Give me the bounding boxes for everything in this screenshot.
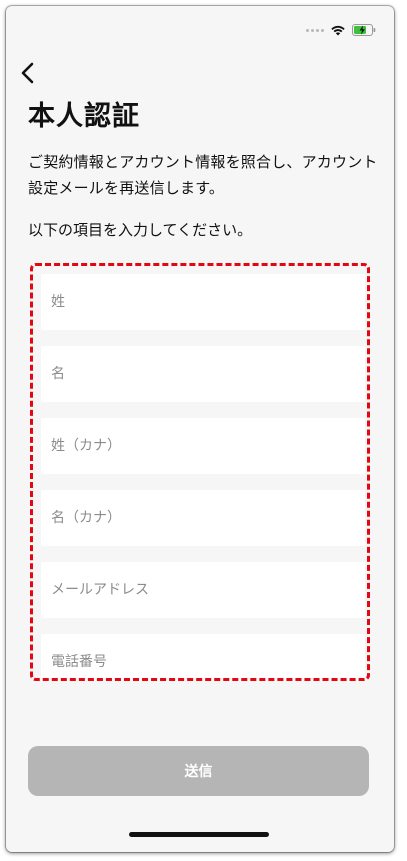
page-title: 本人認証 bbox=[28, 101, 140, 132]
battery-charging-icon bbox=[352, 24, 376, 36]
status-bar bbox=[306, 22, 376, 38]
phone-number-input[interactable] bbox=[41, 634, 365, 678]
description-text: ご契約情報とアカウント情報を照合し、アカウント設定メールを再送信します。 bbox=[28, 153, 378, 197]
submit-button[interactable]: 送信 bbox=[28, 746, 369, 796]
first-name-input[interactable] bbox=[41, 346, 365, 402]
instruction-text: 以下の項目を入力してください。 bbox=[28, 221, 253, 239]
first-name-kana-input[interactable] bbox=[41, 490, 365, 546]
cellular-signal-icon bbox=[306, 28, 324, 32]
phone-screen: 本人認証 ご契約情報とアカウント情報を照合し、アカウント設定メールを再送信します… bbox=[6, 6, 394, 852]
last-name-kana-input[interactable] bbox=[41, 418, 365, 474]
home-indicator bbox=[129, 832, 269, 837]
chevron-left-icon bbox=[21, 62, 34, 84]
email-input[interactable] bbox=[41, 562, 365, 618]
back-button[interactable] bbox=[20, 58, 50, 88]
last-name-input[interactable] bbox=[41, 274, 365, 330]
wifi-icon bbox=[330, 24, 346, 36]
highlighted-form-area bbox=[30, 263, 370, 681]
